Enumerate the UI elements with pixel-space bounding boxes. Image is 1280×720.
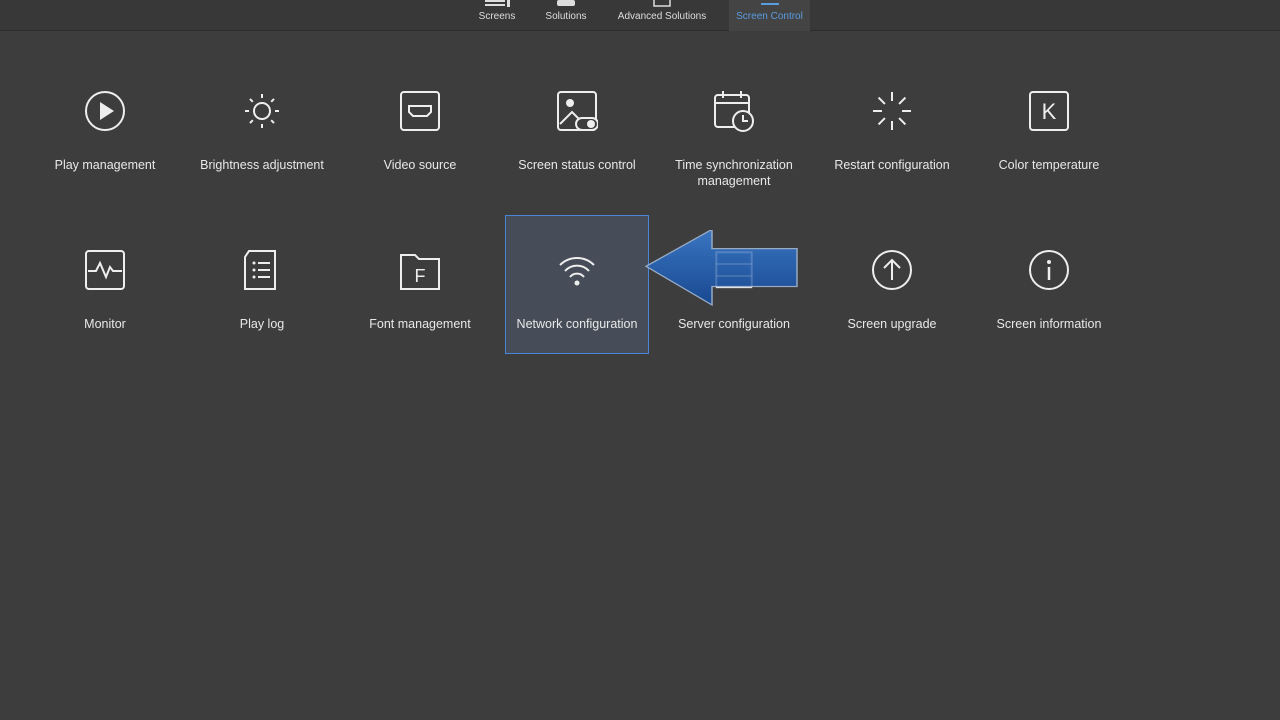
tile-monitor[interactable]: Monitor xyxy=(33,215,177,354)
svg-text:F: F xyxy=(415,266,426,286)
tile-video-source[interactable]: Video source xyxy=(348,56,492,195)
tile-label: Play log xyxy=(239,317,285,331)
tile-restart-configuration[interactable]: Restart configuration xyxy=(820,56,964,195)
tile-play-log[interactable]: Play log xyxy=(190,215,334,354)
tile-label: Brightness adjustment xyxy=(200,158,324,172)
hdmi-icon xyxy=(400,91,440,131)
tile-time-synchronization-management[interactable]: Time synchronization management xyxy=(662,56,806,195)
tab-screens[interactable]: Screens xyxy=(472,0,522,31)
tile-label: Network configuration xyxy=(516,317,638,331)
svg-text:K: K xyxy=(1042,99,1057,124)
tile-screen-information[interactable]: Screen information xyxy=(977,215,1121,354)
tile-label: Font management xyxy=(369,317,471,331)
tile-label: Time synchronization management xyxy=(675,158,793,188)
tile-label: Play management xyxy=(54,158,156,172)
tile-brightness-adjustment[interactable]: Brightness adjustment xyxy=(190,56,334,195)
tile-play-management[interactable]: Play management xyxy=(33,56,177,195)
wifi-icon xyxy=(559,256,595,286)
screen-status-icon xyxy=(557,91,598,131)
tile-network-configuration[interactable]: Network configuration xyxy=(505,215,649,354)
tile-label: Screen upgrade xyxy=(847,317,937,331)
screens-icon xyxy=(485,0,510,7)
tile-screen-status-control[interactable]: Screen status control xyxy=(505,56,649,195)
tile-label: Color temperature xyxy=(998,158,1100,172)
screen-control-icon xyxy=(760,3,779,5)
restart-icon xyxy=(873,92,911,130)
tile-label: Restart configuration xyxy=(834,158,950,172)
tab-advanced-solutions[interactable]: Advanced Solutions xyxy=(612,0,712,31)
tile-label: Video source xyxy=(383,158,457,172)
tile-label: Screen status control xyxy=(518,158,636,172)
play-log-icon xyxy=(244,250,276,290)
tile-font-management[interactable]: F Font management xyxy=(348,215,492,354)
calendar-clock-icon xyxy=(714,91,754,132)
play-icon xyxy=(85,91,125,131)
color-temperature-icon: K xyxy=(1029,91,1069,131)
font-icon: F xyxy=(400,254,440,290)
tab-screen-control[interactable]: Screen Control xyxy=(729,0,810,31)
advanced-solutions-icon xyxy=(653,0,671,7)
monitor-icon xyxy=(85,250,125,290)
tile-label: Monitor xyxy=(84,317,126,331)
tab-solutions[interactable]: Solutions xyxy=(540,0,592,31)
brightness-icon xyxy=(245,94,279,128)
tile-screen-upgrade[interactable]: Screen upgrade xyxy=(820,215,964,354)
upgrade-icon xyxy=(872,250,912,290)
tile-label: Screen information xyxy=(996,317,1102,331)
info-icon xyxy=(1029,250,1069,290)
top-nav-bar: Screens Solutions Advanced Solutions Scr… xyxy=(0,0,1280,31)
solutions-icon xyxy=(557,0,575,6)
tutorial-arrow-overlay xyxy=(644,230,798,307)
tile-label: Server configuration xyxy=(678,317,790,331)
tile-color-temperature[interactable]: K Color temperature xyxy=(977,56,1121,195)
